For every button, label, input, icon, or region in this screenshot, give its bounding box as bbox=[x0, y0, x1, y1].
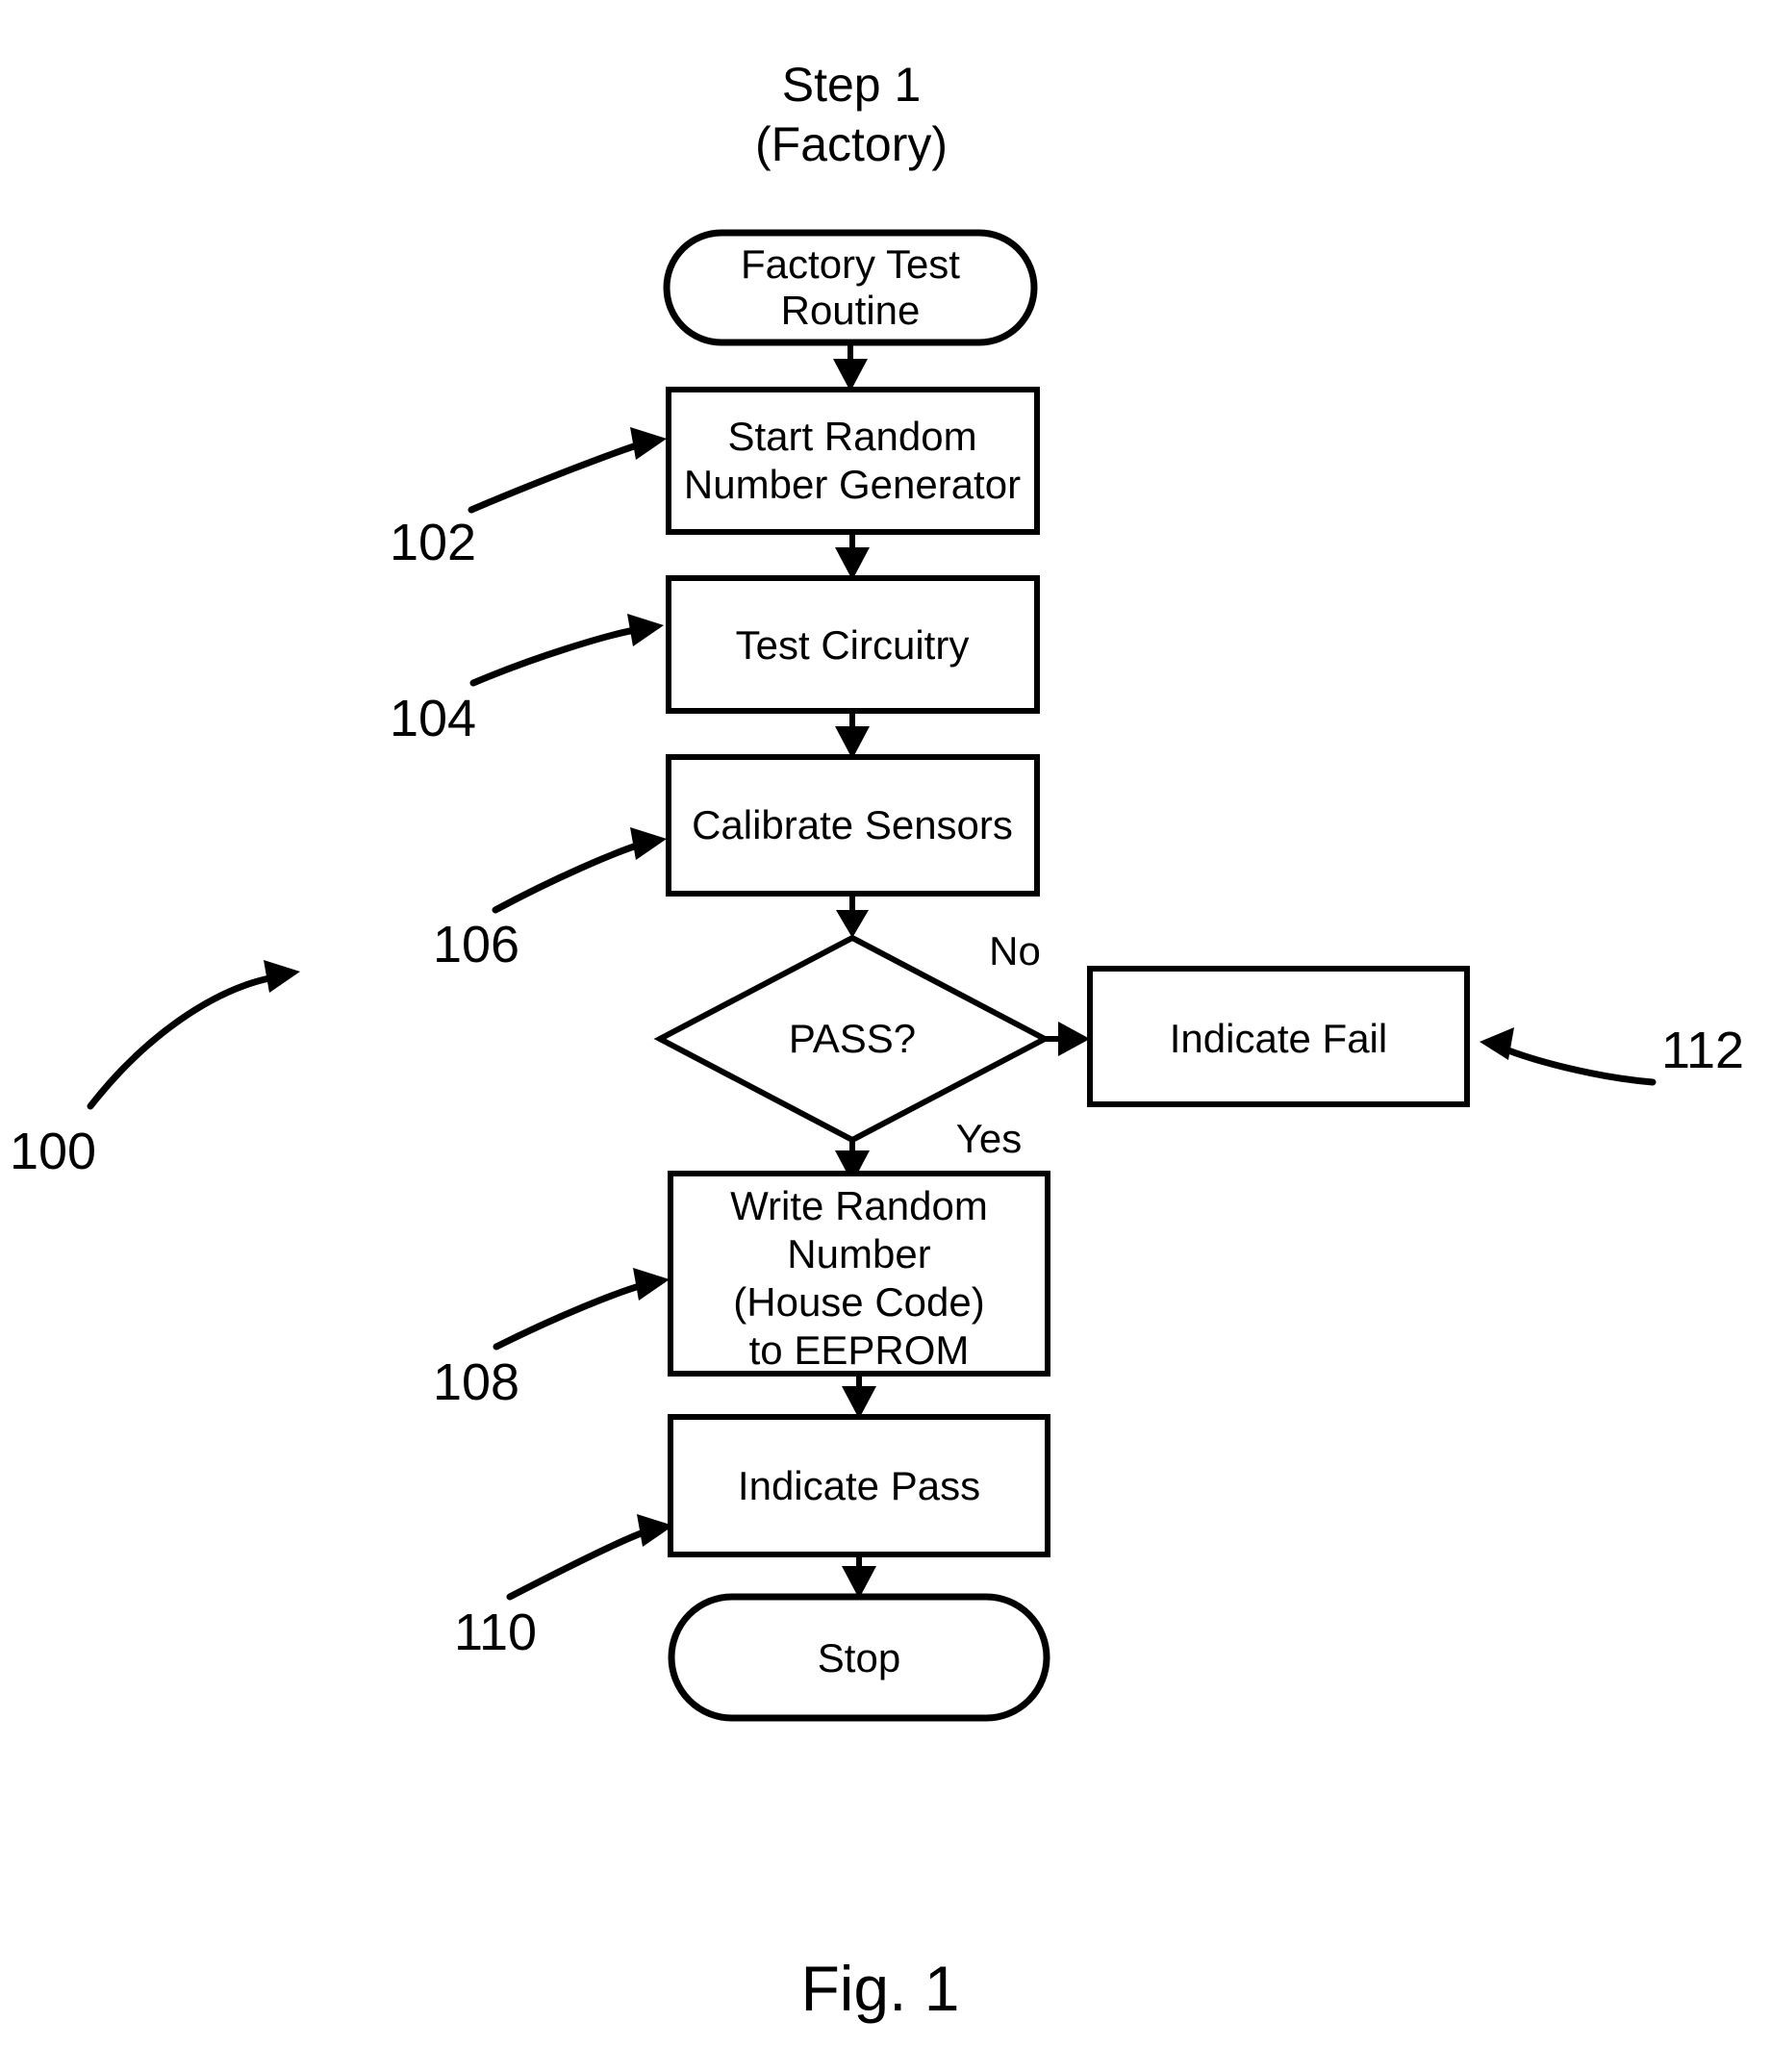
leader-arrow-icon bbox=[1480, 1027, 1514, 1060]
node-label-start-line1: Factory Test bbox=[741, 241, 960, 287]
node-label-test-line1: Test Circuitry bbox=[736, 622, 970, 668]
node-label-rng-line2: Number Generator bbox=[684, 462, 1021, 507]
flowchart-canvas: Step 1 (Factory) Factory Test Routine St… bbox=[10, 58, 1744, 2024]
reference-numeral-104: 104 bbox=[390, 690, 476, 747]
node-factory-test-routine: Factory Test Routine bbox=[663, 229, 1038, 346]
connector-calibrate-to-decision bbox=[836, 894, 869, 938]
node-label-write-line3: (House Code) bbox=[733, 1279, 984, 1325]
node-indicate-fail: Indicate Fail bbox=[1087, 966, 1470, 1107]
leader-arrow-icon bbox=[633, 1268, 670, 1301]
reference-numeral-106: 106 bbox=[433, 916, 519, 973]
node-pass-decision: PASS? bbox=[653, 934, 1051, 1144]
node-label-start-line2: Routine bbox=[781, 288, 921, 333]
connector-rng-to-test bbox=[835, 532, 870, 580]
node-label-write-line2: Number bbox=[787, 1231, 930, 1276]
reference-numeral-110: 110 bbox=[454, 1604, 537, 1661]
node-label-pass: Indicate Pass bbox=[738, 1463, 980, 1508]
node-label-fail: Indicate Fail bbox=[1170, 1016, 1387, 1061]
reference-callout-106: 106 bbox=[433, 827, 667, 973]
arrow-right-icon bbox=[1058, 1022, 1090, 1056]
figure-title-line1: Step 1 bbox=[782, 58, 922, 112]
connector-decision-to-fail bbox=[1045, 1022, 1090, 1056]
connector-write-to-pass bbox=[842, 1374, 876, 1419]
patent-figure: Step 1 (Factory) Factory Test Routine St… bbox=[0, 0, 1771, 2072]
reference-callout-104: 104 bbox=[390, 614, 664, 747]
reference-callout-108: 108 bbox=[433, 1268, 670, 1411]
node-calibrate-sensors: Calibrate Sensors bbox=[666, 754, 1040, 897]
node-label-write-line4: to EEPROM bbox=[749, 1327, 970, 1373]
process-shape-rng bbox=[666, 387, 1040, 535]
arrow-down-icon bbox=[842, 1386, 876, 1419]
reference-callout-102: 102 bbox=[390, 427, 667, 571]
node-label-decision: PASS? bbox=[789, 1016, 916, 1061]
node-indicate-pass: Indicate Pass bbox=[668, 1414, 1050, 1557]
node-test-circuitry: Test Circuitry bbox=[666, 575, 1040, 714]
reference-callout-110: 110 bbox=[454, 1514, 673, 1661]
leader-arrow-icon bbox=[630, 827, 667, 860]
connector-test-to-calibrate bbox=[835, 711, 870, 759]
reference-numeral-112: 112 bbox=[1661, 1022, 1744, 1079]
branch-label-yes: Yes bbox=[956, 1116, 1023, 1161]
leader-arrow-icon bbox=[630, 427, 667, 460]
node-label-stop: Stop bbox=[818, 1635, 900, 1680]
figure-title-line2: (Factory) bbox=[755, 117, 948, 171]
arrow-down-icon bbox=[833, 359, 868, 392]
node-start-random-number-generator: Start Random Number Generator bbox=[666, 387, 1040, 535]
figure-caption: Fig. 1 bbox=[800, 1953, 959, 2024]
reference-numeral-100: 100 bbox=[10, 1123, 96, 1180]
node-stop: Stop bbox=[668, 1593, 1050, 1722]
connector-pass-to-stop bbox=[842, 1554, 876, 1599]
reference-numeral-108: 108 bbox=[433, 1353, 519, 1411]
leader-arrow-icon bbox=[627, 614, 664, 646]
node-write-random-number: Write Random Number (House Code) to EEPR… bbox=[668, 1171, 1050, 1377]
node-label-rng-line1: Start Random bbox=[727, 414, 976, 459]
leader-arrow-icon bbox=[264, 960, 300, 993]
reference-callout-112: 112 bbox=[1480, 1022, 1744, 1086]
arrow-down-icon bbox=[835, 547, 870, 580]
connector-start-to-rng bbox=[833, 342, 868, 392]
branch-label-no: No bbox=[989, 928, 1041, 973]
arrow-down-icon bbox=[835, 726, 870, 759]
arrow-down-icon bbox=[836, 910, 869, 938]
reference-numeral-102: 102 bbox=[390, 514, 476, 571]
reference-callout-100: 100 bbox=[10, 960, 300, 1180]
node-label-calibrate-line1: Calibrate Sensors bbox=[692, 802, 1013, 847]
node-label-write-line1: Write Random bbox=[730, 1183, 988, 1228]
